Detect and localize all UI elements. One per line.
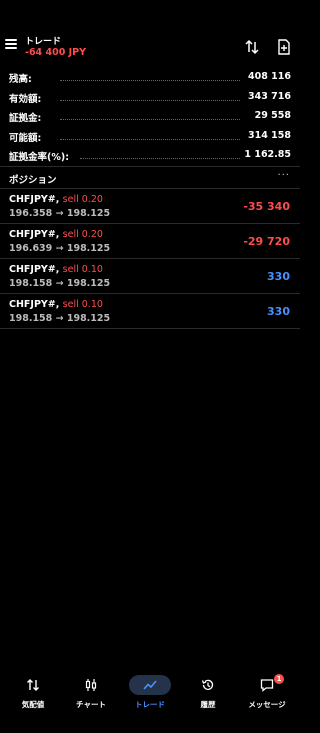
position-profit: 330 (267, 305, 290, 318)
position-symbol: CHFJPY#, (9, 264, 60, 275)
position-row[interactable]: CHFJPY#, sell 0.20 196.358 → 198.125 -35… (0, 188, 300, 224)
bottom-tab-bar: 気配値 チャート トレード 履歴 1 メッセージ (0, 668, 300, 716)
position-profit: -29 720 (243, 235, 290, 248)
position-prices: 196.358 → 198.125 (9, 208, 111, 219)
summary-label: 有効額: (9, 93, 42, 105)
summary-value: 29 558 (254, 110, 291, 121)
arrows-updown-icon (27, 679, 39, 691)
position-side: sell 0.20 (62, 194, 103, 205)
summary-row-margin: 証拠金: 29 558 (0, 107, 300, 127)
sort-arrows-icon (245, 39, 259, 55)
summary-row-margin-level: 証拠金率(%): 1 162.85 (0, 146, 300, 166)
position-prices: 198.158 → 198.125 (9, 313, 111, 324)
positions-title: ポジション (9, 175, 57, 186)
tab-label: 気配値 (21, 700, 45, 709)
position-prices: 196.639 → 198.125 (9, 243, 111, 254)
position-side: sell 0.10 (62, 299, 103, 310)
summary-label: 可能額: (9, 132, 42, 144)
summary-label: 証拠金率(%): (9, 152, 70, 163)
tab-history[interactable]: 履歴 (178, 668, 238, 716)
sort-button[interactable] (243, 38, 261, 56)
position-side: sell 0.10 (62, 264, 103, 275)
divider (0, 166, 300, 167)
trend-line-icon (143, 680, 157, 690)
new-document-icon (278, 39, 290, 55)
candlestick-icon (85, 679, 97, 691)
tab-chart[interactable]: チャート (61, 668, 121, 716)
menu-button[interactable] (5, 38, 19, 52)
tab-label: 履歴 (200, 700, 216, 709)
summary-label: 証拠金: (9, 113, 42, 124)
page-title: トレード (25, 37, 62, 47)
position-profit: 330 (267, 270, 290, 283)
position-row[interactable]: CHFJPY#, sell 0.10 198.158 → 198.125 330 (0, 259, 300, 294)
message-icon (260, 679, 274, 692)
position-symbol: CHFJPY#, (9, 194, 60, 205)
unread-badge: 1 (274, 674, 284, 684)
summary-value: 343 716 (248, 90, 291, 102)
tab-messages[interactable]: 1 メッセージ (237, 668, 297, 716)
summary-value: 1 162.85 (244, 149, 291, 160)
floating-pnl: -64 400 JPY (25, 47, 86, 58)
summary-row-equity: 有効額: 343 716 (0, 88, 300, 108)
summary-label: 残高: (9, 74, 32, 85)
position-row[interactable]: CHFJPY#, sell 0.20 196.639 → 198.125 -29… (0, 224, 300, 259)
position-side: sell 0.20 (62, 229, 103, 240)
top-bar: トレード -64 400 JPY (0, 0, 300, 64)
summary-row-free-margin: 可能額: 314 158 (0, 127, 300, 147)
summary-value: 408 116 (248, 71, 291, 82)
summary-value: 314 158 (248, 129, 291, 141)
position-symbol: CHFJPY#, (9, 229, 60, 240)
summary-row-balance: 残高: 408 116 (0, 68, 300, 88)
new-order-button[interactable] (275, 38, 293, 56)
tab-label: メッセージ (248, 700, 286, 709)
position-prices: 198.158 → 198.125 (9, 278, 111, 289)
position-profit: -35 340 (243, 200, 290, 213)
tab-label: トレード (135, 700, 165, 709)
account-summary: 残高: 408 116 有効額: 343 716 証拠金: 29 558 可能額… (0, 68, 300, 166)
position-row[interactable]: CHFJPY#, sell 0.10 198.158 → 198.125 330 (0, 294, 300, 329)
more-options-button[interactable]: ··· (277, 170, 290, 181)
tab-trade[interactable]: トレード (120, 668, 180, 716)
tab-quotes[interactable]: 気配値 (3, 668, 63, 716)
history-icon (201, 679, 214, 690)
tab-label: チャート (76, 700, 106, 709)
position-symbol: CHFJPY#, (9, 299, 60, 310)
positions-list: CHFJPY#, sell 0.20 196.358 → 198.125 -35… (0, 188, 300, 329)
